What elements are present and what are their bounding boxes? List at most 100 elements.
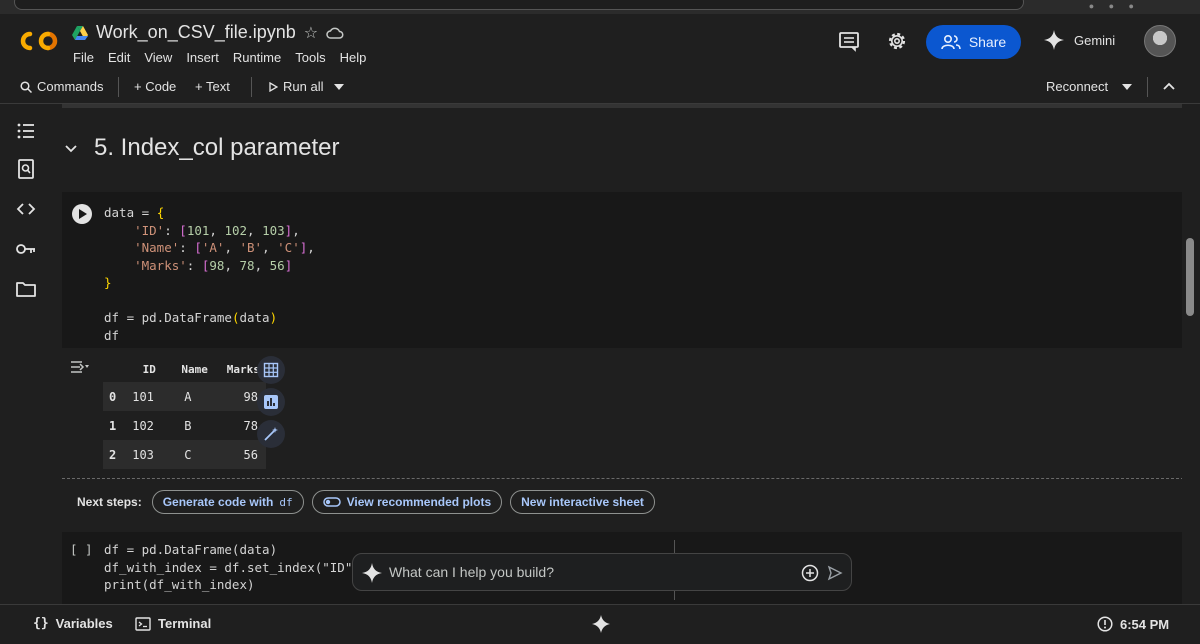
toggle-icon bbox=[322, 497, 341, 507]
menu-help[interactable]: Help bbox=[340, 50, 367, 65]
toolbar-divider bbox=[118, 77, 119, 97]
column-header: ID bbox=[142, 362, 156, 376]
add-code-button[interactable]: + Code bbox=[134, 79, 176, 94]
table-cell: 102 bbox=[124, 411, 162, 440]
browser-controls: ● ● ● bbox=[1088, 1, 1140, 11]
table-cell: C bbox=[161, 440, 214, 469]
share-button[interactable]: Share bbox=[926, 25, 1021, 59]
suggest-charts-button[interactable] bbox=[257, 388, 285, 416]
toolbar-divider bbox=[1147, 77, 1148, 97]
code-line: 'Marks': [98, 78, 56] bbox=[134, 257, 293, 273]
code-line: } bbox=[104, 275, 112, 290]
table-row: 2 103 C 56 bbox=[103, 440, 266, 469]
generate-code-chip[interactable]: Generate code with df bbox=[151, 490, 304, 514]
scrollbar-track[interactable] bbox=[1182, 104, 1200, 604]
notebook-toolbar: Commands + Code + Text Run all Reconnect bbox=[0, 70, 1200, 104]
code-line: df_with_index = df.set_index("ID") bbox=[104, 559, 360, 575]
runtime-dropdown-icon[interactable] bbox=[1122, 84, 1132, 90]
interactive-sheet-chip[interactable]: New interactive sheet bbox=[510, 490, 655, 514]
run-all-button[interactable]: Run all bbox=[269, 79, 323, 94]
reconnect-button[interactable]: Reconnect bbox=[1046, 79, 1108, 94]
column-header bbox=[103, 356, 124, 382]
generate-code-button[interactable] bbox=[257, 420, 285, 448]
notebook-title[interactable]: Work_on_CSV_file.ipynb bbox=[96, 22, 296, 43]
info-circle-icon bbox=[1097, 616, 1113, 632]
row-index: 0 bbox=[103, 382, 125, 411]
code-editor[interactable]: df = pd.DataFrame(data) df_with_index = … bbox=[104, 541, 360, 594]
code-line: df bbox=[104, 327, 120, 343]
code-line: df = pd.DataFrame(data) bbox=[104, 542, 278, 557]
star-icon[interactable]: ☆ bbox=[304, 23, 318, 43]
variables-button[interactable]: {} Variables bbox=[33, 616, 113, 631]
colab-logo-icon[interactable] bbox=[20, 30, 58, 52]
gemini-sparkle-icon bbox=[362, 563, 382, 583]
send-icon[interactable] bbox=[827, 565, 843, 581]
address-bar[interactable] bbox=[14, 0, 1024, 10]
convert-to-table-button[interactable] bbox=[257, 356, 285, 384]
output-actions-icon[interactable] bbox=[70, 359, 90, 375]
secrets-key-icon[interactable] bbox=[15, 238, 37, 260]
menu-tools[interactable]: Tools bbox=[295, 50, 325, 65]
generate-code-label: Generate code with bbox=[162, 495, 274, 509]
variables-label: Variables bbox=[55, 616, 113, 631]
dataframe-actions bbox=[257, 356, 285, 452]
find-icon[interactable] bbox=[15, 158, 37, 180]
gemini-label: Gemini bbox=[1074, 32, 1116, 48]
bar-chart-icon bbox=[264, 395, 278, 409]
add-code-label: + Code bbox=[134, 79, 177, 94]
row-index: 2 bbox=[103, 440, 125, 469]
menu-bar: File Edit View Insert Runtime Tools Help bbox=[73, 50, 366, 65]
dataframe-table: ID Name Marks 0 101 A 98 1 102 B 78 2 10… bbox=[103, 356, 266, 469]
menu-file[interactable]: File bbox=[73, 50, 94, 65]
code-line: df = pd.DataFrame(data) bbox=[104, 310, 278, 325]
menu-view[interactable]: View bbox=[144, 50, 172, 65]
comment-icon[interactable] bbox=[838, 30, 860, 52]
chevron-down-icon[interactable] bbox=[64, 142, 78, 156]
run-cell-button[interactable] bbox=[72, 204, 92, 224]
output-separator bbox=[62, 478, 1182, 479]
table-cell: 101 bbox=[124, 382, 162, 411]
collapse-up-icon[interactable] bbox=[1163, 82, 1175, 90]
toolbar-divider bbox=[251, 77, 252, 97]
section-heading[interactable]: 5. Index_col parameter bbox=[94, 134, 339, 162]
code-editor[interactable]: data = { 'ID': [101, 102, 103], 'Name': … bbox=[104, 204, 315, 344]
add-text-button[interactable]: + Text bbox=[195, 79, 230, 94]
terminal-icon bbox=[135, 616, 151, 631]
menu-runtime[interactable]: Runtime bbox=[233, 50, 281, 65]
app-header: Work_on_CSV_file.ipynb ☆ File Edit View … bbox=[0, 14, 1200, 70]
status-bar: {} Variables Terminal 6:54 PM bbox=[0, 604, 1200, 644]
table-row: 0 101 A 98 bbox=[103, 382, 266, 411]
runtime-status[interactable]: 6:54 PM bbox=[1097, 616, 1169, 632]
gemini-prompt-box[interactable] bbox=[352, 553, 852, 591]
terminal-button[interactable]: Terminal bbox=[135, 616, 211, 631]
commands-button[interactable]: Commands bbox=[20, 79, 103, 94]
share-label: Share bbox=[968, 34, 1007, 50]
code-snippets-icon[interactable] bbox=[15, 198, 37, 220]
generate-code-variable: df bbox=[279, 495, 293, 509]
recommended-plots-chip[interactable]: View recommended plots bbox=[311, 490, 503, 514]
code-cell[interactable]: data = { 'ID': [101, 102, 103], 'Name': … bbox=[62, 192, 1182, 348]
table-of-contents-icon[interactable] bbox=[15, 120, 37, 142]
table-cell: A bbox=[161, 382, 214, 411]
cloud-icon[interactable] bbox=[326, 26, 344, 40]
gemini-button[interactable]: Gemini bbox=[1044, 30, 1115, 50]
table-row: 1 102 B 78 bbox=[103, 411, 266, 440]
gear-icon[interactable] bbox=[886, 30, 908, 52]
gemini-prompt-input[interactable] bbox=[389, 564, 769, 580]
folder-icon[interactable] bbox=[15, 278, 37, 300]
menu-edit[interactable]: Edit bbox=[108, 50, 130, 65]
code-line: 'Name': ['A', 'B', 'C'], bbox=[134, 240, 315, 255]
interactive-sheet-label: New interactive sheet bbox=[521, 495, 644, 509]
gemini-sparkle-icon[interactable] bbox=[592, 615, 610, 633]
code-line: data = { bbox=[104, 205, 165, 220]
execution-count[interactable]: [ ] bbox=[70, 542, 93, 557]
commands-label: Commands bbox=[37, 79, 104, 94]
code-line: 'ID': [101, 102, 103], bbox=[134, 222, 300, 238]
scrollbar-thumb[interactable] bbox=[1186, 238, 1194, 316]
run-all-label: Run all bbox=[283, 79, 324, 94]
run-all-dropdown-icon[interactable] bbox=[334, 84, 344, 90]
drive-icon[interactable] bbox=[72, 25, 88, 40]
add-circle-icon[interactable] bbox=[801, 564, 819, 582]
menu-insert[interactable]: Insert bbox=[186, 50, 219, 65]
avatar[interactable] bbox=[1144, 25, 1176, 57]
